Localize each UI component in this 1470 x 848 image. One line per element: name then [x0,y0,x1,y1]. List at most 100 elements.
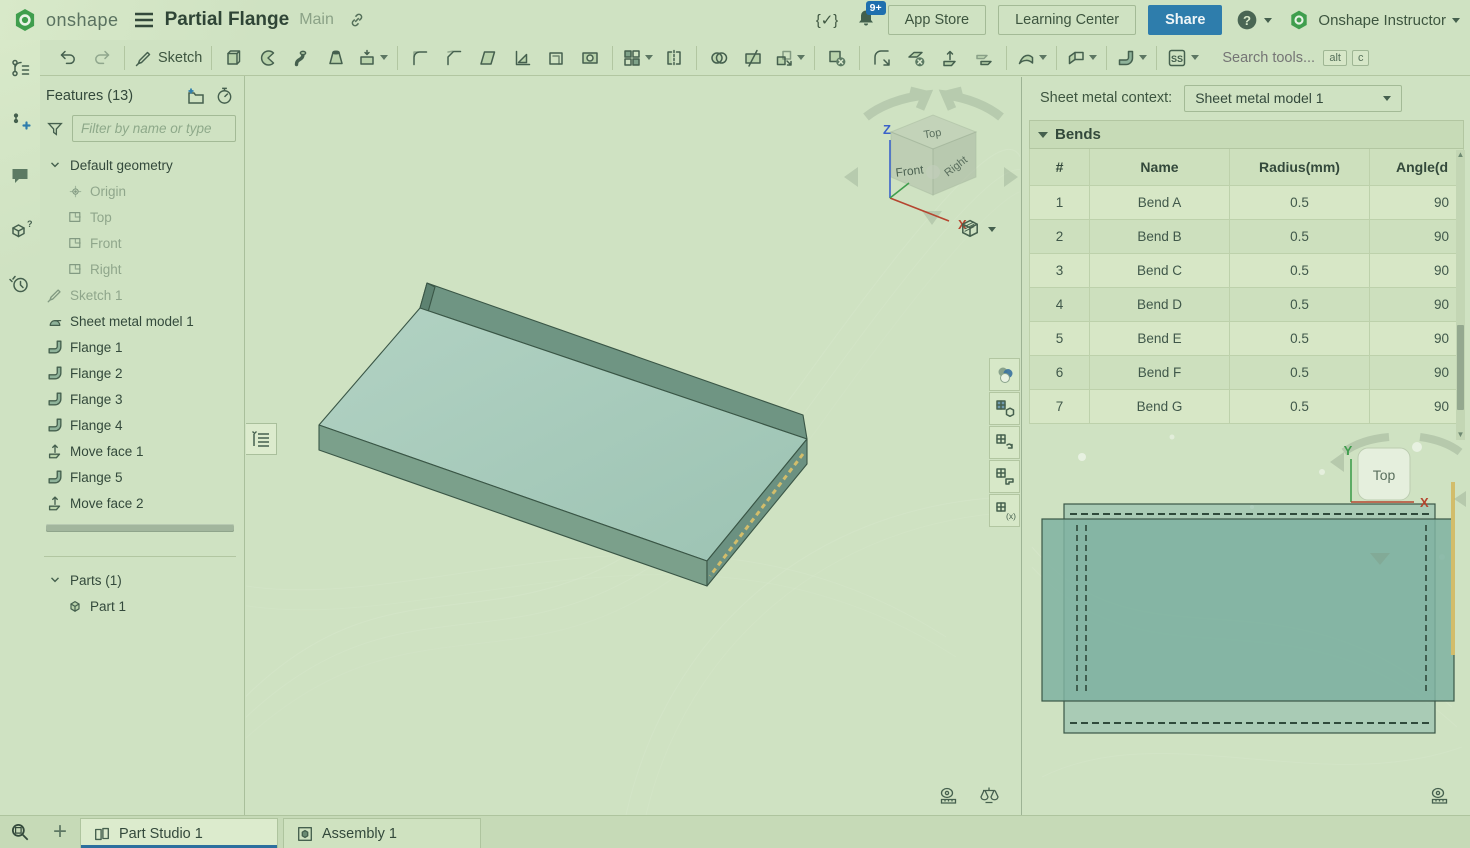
delete-face-button[interactable] [901,44,931,72]
shell-button[interactable] [541,44,571,72]
search-tools-input[interactable] [1222,50,1318,66]
search-tools[interactable]: altc [1222,50,1369,66]
sketch-button[interactable]: Sketch [132,44,204,72]
hole-button[interactable] [575,44,605,72]
bends-section-header[interactable]: Bends [1029,120,1464,149]
measure-icon[interactable] [936,783,962,807]
flat-pattern-viewport[interactable]: Top Y X [1022,417,1470,815]
tab-part-studio-1[interactable]: Part Studio 1 [80,818,278,848]
share-link-icon[interactable] [348,11,366,29]
bend-row-bend-a[interactable]: 1Bend A0.590 [1029,186,1464,220]
flat-part-button[interactable] [989,460,1020,493]
scroll-up-icon[interactable]: ▲ [1457,150,1465,160]
thicken-button[interactable] [355,44,390,72]
feature-front[interactable]: Front [44,230,236,256]
modify-fillet-button[interactable] [867,44,897,72]
onshape-logo-icon[interactable] [12,7,38,33]
thicken-caret-icon[interactable] [380,55,388,60]
extrude-button[interactable] [219,44,249,72]
feature-flange-3[interactable]: Flange 3 [44,386,236,412]
boolean-button[interactable] [704,44,734,72]
new-folder-icon[interactable] [185,87,205,105]
bend-row-bend-f[interactable]: 6Bend F0.590 [1029,356,1464,390]
learning-center-button[interactable]: Learning Center [998,5,1136,35]
mirror-button[interactable] [659,44,689,72]
history-button[interactable] [6,270,34,298]
view-options-button[interactable] [958,217,996,241]
render-mode-button[interactable] [989,358,1020,391]
redo-button[interactable] [87,44,117,72]
flange-button[interactable] [1114,44,1149,72]
workflow-check-icon[interactable]: {✓} [814,8,840,32]
part-item-part-1[interactable]: Part 1 [44,593,236,619]
sheet-metal-ss-caret-icon[interactable] [1191,55,1199,60]
model-viewport[interactable]: Top Front Right Z X (x) [246,77,1020,815]
sweep-button[interactable] [287,44,317,72]
feature-top[interactable]: Top [44,204,236,230]
feature-sheet-metal-model-1[interactable]: Sheet metal model 1 [44,308,236,334]
share-button[interactable]: Share [1148,5,1222,35]
feature-move-face-2[interactable]: Move face 2 [44,490,236,516]
loft-button[interactable] [321,44,351,72]
flat-fold-button[interactable] [989,426,1020,459]
feature-origin[interactable]: Origin [44,178,236,204]
bend-row-bend-d[interactable]: 4Bend D0.590 [1029,288,1464,322]
flat-pattern-shape[interactable] [1042,482,1454,733]
flat-view-cube[interactable]: Top [1358,448,1410,500]
workspace-name[interactable]: Main [299,11,334,29]
draft-button[interactable] [473,44,503,72]
filter-icon[interactable] [46,120,64,138]
move-face-button[interactable] [935,44,965,72]
new-tab-button[interactable]: + [40,816,80,848]
insert-version-button[interactable] [6,108,34,136]
filter-input[interactable] [72,115,236,142]
part-1-model[interactable]: Top Front Right Z X [246,77,1020,815]
linear-pattern-caret-icon[interactable] [645,55,653,60]
search-tabs-button[interactable] [0,816,40,848]
revolve-button[interactable] [253,44,283,72]
sheet-metal-button[interactable] [1064,44,1099,72]
versions-button[interactable] [6,54,34,82]
feature-move-face-1[interactable]: Move face 1 [44,438,236,464]
surface-caret-icon[interactable] [1039,55,1047,60]
user-menu[interactable]: Onshape Instructor [1288,9,1460,31]
transform-caret-icon[interactable] [797,55,805,60]
bends-scrollbar[interactable]: ▲ ▼ [1456,150,1465,440]
document-menu-icon[interactable] [133,11,155,29]
replace-face-button[interactable] [969,44,999,72]
rollback-bar[interactable] [46,524,234,532]
flat-x-button[interactable]: (x) [989,494,1020,527]
flat-viewcube-top-label[interactable]: Top [1373,467,1396,483]
feature-default-geometry[interactable]: Default geometry [44,152,236,178]
feature-flange-1[interactable]: Flange 1 [44,334,236,360]
sheet-metal-context-select[interactable]: Sheet metal model 1 [1184,85,1402,112]
linear-pattern-button[interactable] [620,44,655,72]
sheet-metal-caret-icon[interactable] [1089,55,1097,60]
help-cube-button[interactable]: ? [6,216,34,244]
notifications-button[interactable]: 9+ [856,8,876,33]
app-store-button[interactable]: App Store [888,5,987,35]
sheet-metal-ss-button[interactable]: SS [1164,44,1201,72]
flange-caret-icon[interactable] [1139,55,1147,60]
tab-assembly-1[interactable]: Assembly 1 [283,818,481,848]
bend-row-bend-b[interactable]: 2Bend B0.590 [1029,220,1464,254]
chamfer-button[interactable] [439,44,469,72]
feature-flange-5[interactable]: Flange 5 [44,464,236,490]
flat-cube-button[interactable] [989,392,1020,425]
rollback-history-icon[interactable] [215,86,234,105]
help-menu[interactable]: ? [1236,9,1272,31]
bend-row-bend-e[interactable]: 5Bend E0.590 [1029,322,1464,356]
feature-right[interactable]: Right [44,256,236,282]
undo-button[interactable] [53,44,83,72]
view-cube[interactable]: Top Front Right [891,115,976,195]
comments-button[interactable] [6,162,34,190]
feature-flange-4[interactable]: Flange 4 [44,412,236,438]
surface-button[interactable] [1014,44,1049,72]
flat-measure-icon[interactable] [1427,783,1453,807]
feature-sketch-1[interactable]: Sketch 1 [44,282,236,308]
rib-button[interactable] [507,44,537,72]
parts-section-header[interactable]: Parts (1) [44,567,236,593]
feature-flange-2[interactable]: Flange 2 [44,360,236,386]
split-button[interactable] [738,44,768,72]
delete-part-button[interactable] [822,44,852,72]
